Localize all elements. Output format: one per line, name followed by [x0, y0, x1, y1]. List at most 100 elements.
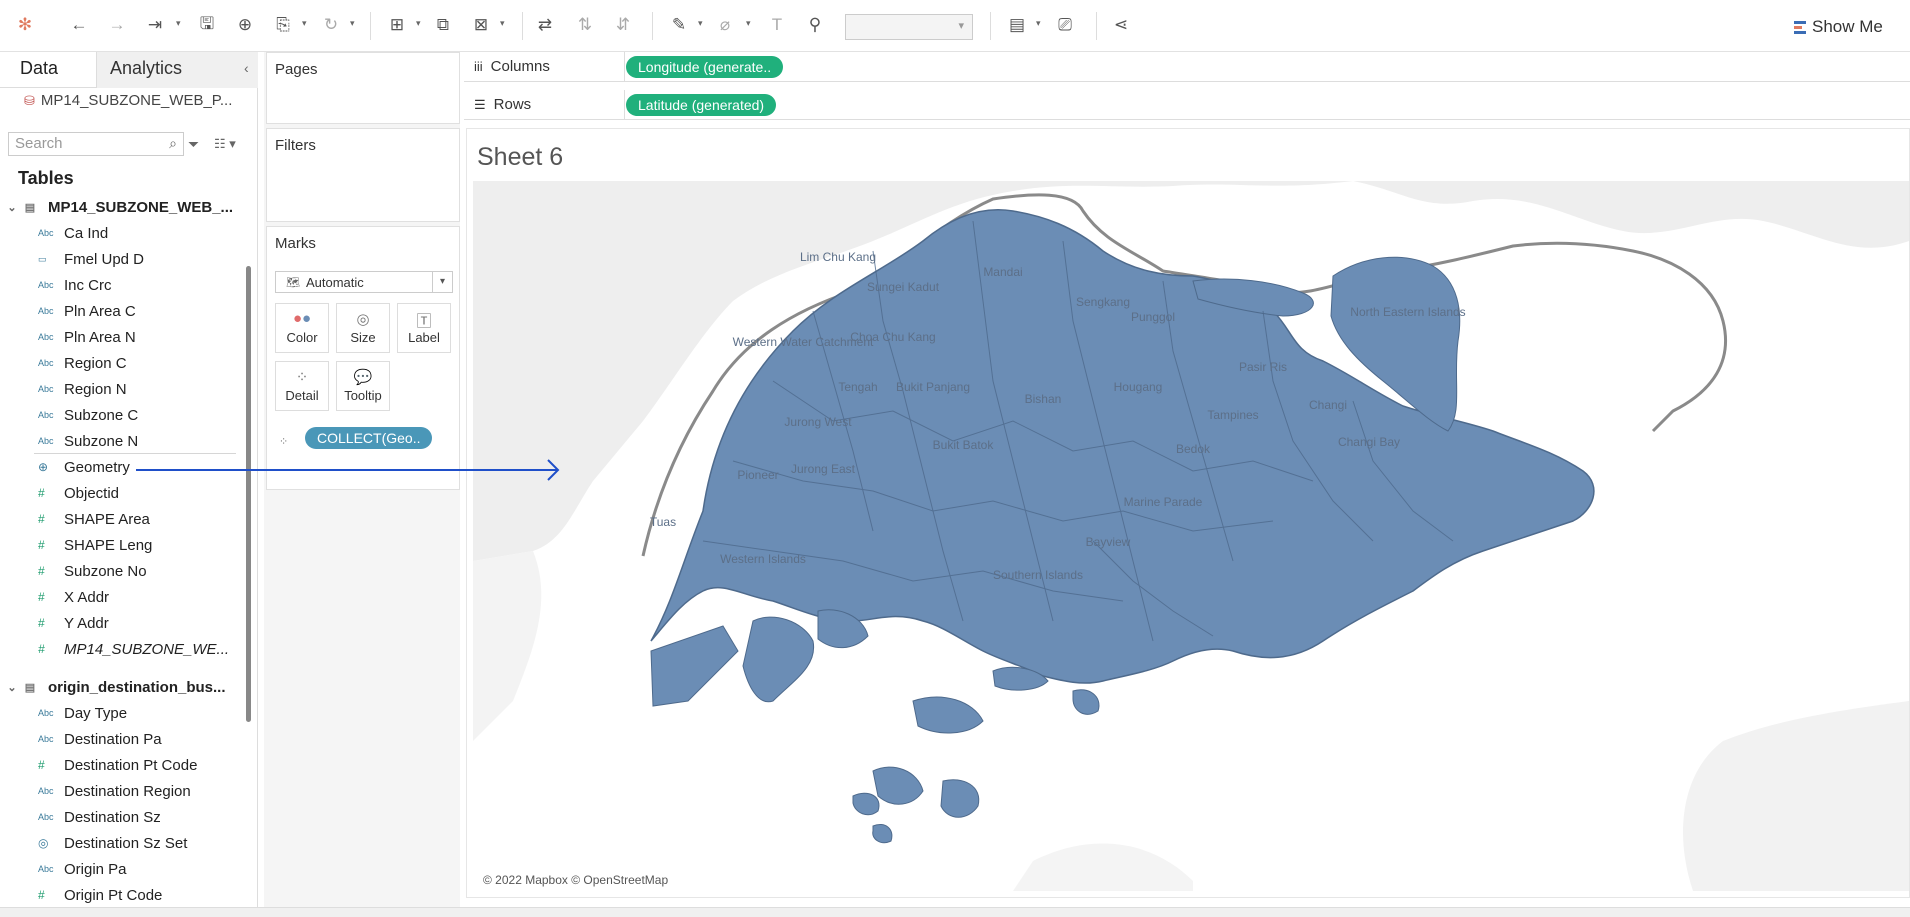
field-type-icon: Abc — [38, 358, 54, 368]
field-item[interactable]: # Origin Pt Code — [0, 882, 236, 908]
toolbar-divider — [652, 12, 653, 40]
field-item[interactable]: Abc Subzone N — [0, 428, 236, 454]
datasource-item[interactable]: ⛁ MP14_SUBZONE_WEB_P... — [24, 92, 232, 109]
field-item[interactable]: # Y Addr — [0, 610, 236, 636]
pin-icon[interactable]: ⚲ — [802, 12, 828, 38]
field-item[interactable]: # Destination Pt Code — [0, 752, 236, 778]
size-button[interactable]: ◎ Size — [336, 303, 390, 353]
latitude-pill[interactable]: Latitude (generated) — [626, 94, 777, 116]
field-item[interactable]: Abc Destination Sz — [0, 804, 236, 830]
filters-card[interactable]: Filters — [266, 128, 460, 222]
table-group[interactable]: ⌄ ▤ origin_destination_bus... — [0, 674, 236, 700]
longitude-pill[interactable]: Longitude (generate.. — [626, 56, 784, 78]
field-item[interactable]: # SHAPE Area — [0, 506, 236, 532]
toolbar-divider — [370, 12, 371, 40]
chevron-down-icon[interactable]: ⌄ — [4, 201, 20, 214]
sheet-title[interactable]: Sheet 6 — [477, 143, 563, 172]
new-sheet-icon[interactable]: ⊞ — [384, 12, 410, 38]
marks-card-title: Marks — [275, 235, 316, 252]
show-me-button[interactable]: Show Me — [1794, 14, 1883, 40]
field-type-icon: ◎ — [38, 836, 49, 850]
save-icon[interactable]: 🖫 — [194, 12, 220, 38]
pause-icon[interactable]: ⎘ — [270, 12, 296, 38]
field-item[interactable]: Abc Subzone C — [0, 402, 236, 428]
map-attribution[interactable]: © 2022 Mapbox © OpenStreetMap — [483, 873, 668, 887]
clear-dropdown-icon[interactable]: ▾ — [500, 18, 510, 30]
tableau-logo-icon[interactable]: ✻ — [12, 12, 38, 38]
field-item[interactable]: Abc Pln Area N — [0, 324, 236, 350]
field-item[interactable]: Abc Destination Region — [0, 778, 236, 804]
refresh-icon[interactable]: ↻ — [318, 12, 344, 38]
table-group[interactable]: ⌄ ▤ MP14_SUBZONE_WEB_... — [0, 194, 236, 220]
highlight-dropdown-icon[interactable]: ▾ — [698, 18, 708, 30]
field-item[interactable]: Abc Day Type — [0, 700, 236, 726]
field-item[interactable]: # X Addr — [0, 584, 236, 610]
pause-dropdown-icon[interactable]: ▾ — [302, 18, 312, 30]
toolbar: ✻ ← → ⇥ ▾ 🖫 ⊕ ⎘ ▾ ↻ ▾ ⊞ ▾ ⧉ ⊠ ▾ ⇄ ⇅ ⇵ ✎ … — [0, 0, 1910, 52]
tooltip-button[interactable]: 💬 Tooltip — [336, 361, 390, 411]
undo-icon[interactable]: ← — [66, 12, 92, 38]
field-item[interactable]: # SHAPE Leng — [0, 532, 236, 558]
color-button[interactable]: ●● Color — [275, 303, 329, 353]
highlight-icon[interactable]: ✎ — [666, 12, 692, 38]
new-datasource-icon[interactable]: ⊕ — [232, 12, 258, 38]
field-label: Destination Sz — [64, 808, 161, 826]
place-label: Tampines — [1207, 408, 1258, 422]
tab-data[interactable]: Data — [20, 58, 58, 79]
field-item[interactable]: Abc Inc Crc — [0, 272, 236, 298]
share-icon[interactable]: ⋖ — [1108, 12, 1134, 38]
field-label: Origin Pa — [64, 860, 127, 878]
duplicate-icon[interactable]: ⧉ — [430, 12, 456, 38]
rows-shelf: ☰ Rows Latitude (generated) — [464, 90, 1910, 120]
field-item[interactable]: ▭ Fmel Upd D — [0, 246, 236, 272]
new-sheet-dropdown-icon[interactable]: ▾ — [416, 18, 426, 30]
field-item[interactable]: ⊕ Geometry — [0, 454, 236, 480]
group-icon[interactable]: ⌀ — [712, 12, 738, 38]
field-item[interactable]: # Objectid — [0, 480, 236, 506]
southern-island-6 — [872, 824, 893, 844]
tab-analytics[interactable]: Analytics — [110, 58, 182, 79]
mark-type-select[interactable]: 🗺 Automatic ▾ — [275, 271, 453, 293]
place-label: Pioneer — [737, 468, 778, 482]
collect-geometry-pill[interactable]: COLLECT(Geo.. — [305, 427, 433, 449]
filter-icon[interactable]: ⏷ — [188, 136, 199, 153]
presentation-icon[interactable]: ⎚ — [1052, 12, 1078, 38]
sort-asc-icon[interactable]: ⇅ — [572, 12, 598, 38]
collapse-pane-icon[interactable]: ‹ — [244, 60, 249, 76]
field-item[interactable]: Abc Region N — [0, 376, 236, 402]
field-item[interactable]: Abc Pln Area C — [0, 298, 236, 324]
label-icon[interactable]: T — [764, 12, 790, 38]
view-options-icon[interactable]: ☷ ▾ — [214, 136, 236, 152]
replay-dropdown-icon[interactable]: ▾ — [176, 18, 186, 30]
sort-desc-icon[interactable]: ⇵ — [610, 12, 636, 38]
refresh-dropdown-icon[interactable]: ▾ — [350, 18, 360, 30]
pages-card[interactable]: Pages — [266, 52, 460, 124]
detail-button[interactable]: ⁘ Detail — [275, 361, 329, 411]
field-label: Destination Pt Code — [64, 756, 198, 774]
group-dropdown-icon[interactable]: ▾ — [746, 18, 756, 30]
columns-shelf-label: iii Columns — [474, 58, 550, 75]
field-type-icon: Abc — [38, 864, 54, 874]
fit-select[interactable] — [845, 14, 973, 40]
redo-icon[interactable]: → — [104, 12, 130, 38]
map-canvas[interactable]: Lim Chu Kang Sungei Kadut Mandai Western… — [473, 181, 1909, 891]
field-label: Inc Crc — [64, 276, 112, 294]
scrollbar[interactable] — [246, 266, 251, 722]
replay-icon[interactable]: ⇥ — [142, 12, 168, 38]
field-item[interactable]: # MP14_SUBZONE_WE... — [0, 636, 236, 662]
field-label: Region C — [64, 354, 127, 372]
label-button[interactable]: 🅃 Label — [397, 303, 451, 353]
search-input[interactable]: Search ⌕ — [8, 132, 184, 156]
fit-icon[interactable]: ▤ — [1004, 12, 1030, 38]
field-item[interactable]: Abc Origin Pa — [0, 856, 236, 882]
field-item[interactable]: Abc Destination Pa — [0, 726, 236, 752]
field-item[interactable]: Abc Ca Ind — [0, 220, 236, 246]
clear-icon[interactable]: ⊠ — [468, 12, 494, 38]
fit-dropdown-icon[interactable]: ▾ — [1036, 18, 1046, 30]
swap-icon[interactable]: ⇄ — [532, 12, 558, 38]
field-item[interactable]: ◎ Destination Sz Set — [0, 830, 236, 856]
field-item[interactable]: # Subzone No — [0, 558, 236, 584]
field-type-icon: # — [38, 538, 45, 552]
chevron-down-icon[interactable]: ⌄ — [4, 681, 20, 694]
field-item[interactable]: Abc Region C — [0, 350, 236, 376]
